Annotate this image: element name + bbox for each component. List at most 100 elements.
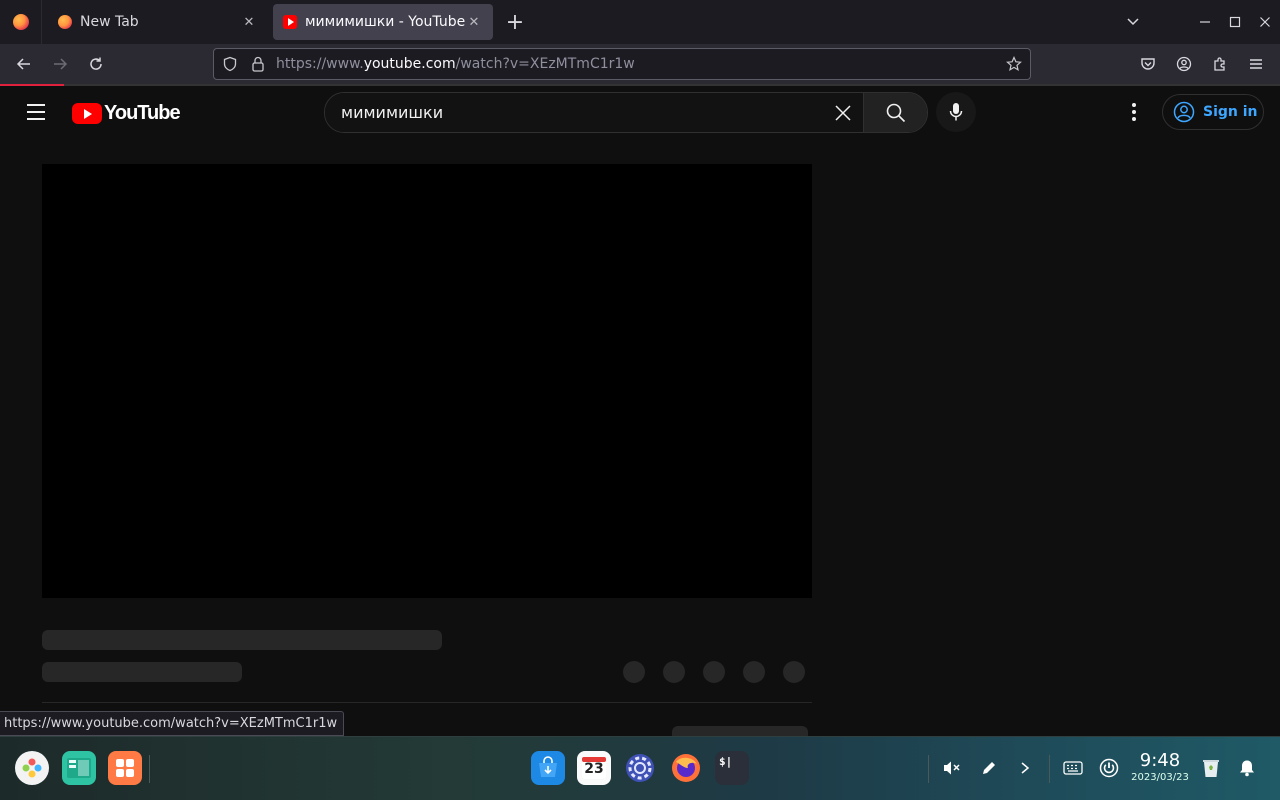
calendar-button[interactable]: 23 <box>577 751 611 785</box>
close-icon[interactable]: ✕ <box>240 13 258 31</box>
search-icon <box>886 103 905 122</box>
voice-search-button[interactable] <box>936 92 976 132</box>
clock-time: 9:48 <box>1139 750 1181 771</box>
screen-capture-button[interactable] <box>974 753 1004 783</box>
search-box <box>324 92 928 133</box>
chevron-right-icon <box>1021 762 1030 774</box>
volume-muted-icon <box>944 761 960 775</box>
description-placeholder <box>672 726 808 736</box>
video-player[interactable] <box>42 164 812 598</box>
youtube-logo-text: YouTube <box>104 101 181 124</box>
new-tab-button[interactable]: + <box>502 8 528 36</box>
youtube-page: YouTube Sign in <box>0 86 1280 788</box>
tab-youtube[interactable]: мимимишки - YouTube ✕ <box>273 4 493 40</box>
star-icon <box>1006 56 1022 72</box>
url-host: youtube.com <box>363 56 456 72</box>
app-store-button[interactable] <box>531 751 565 785</box>
taskbar-separator <box>149 755 150 783</box>
youtube-icon <box>283 15 297 29</box>
search-button[interactable] <box>863 93 927 132</box>
bookmark-star-button[interactable] <box>1000 50 1028 78</box>
firefox-icon <box>58 15 72 29</box>
tracking-protection-icon[interactable] <box>216 50 244 78</box>
action-placeholder <box>663 661 685 683</box>
settings-menu-button[interactable] <box>1120 98 1148 126</box>
extensions-button[interactable] <box>1206 50 1234 78</box>
app-menu-button[interactable] <box>1242 50 1270 78</box>
workspace-icon <box>116 759 134 777</box>
account-button[interactable] <box>1170 50 1198 78</box>
firefox-icon <box>672 754 700 782</box>
pen-icon <box>983 762 995 774</box>
divider <box>42 702 812 703</box>
youtube-logo[interactable]: YouTube <box>72 101 181 124</box>
sign-in-label: Sign in <box>1203 104 1258 120</box>
url-text[interactable]: https://www.youtube.com/watch?v=XEzMTmC1… <box>272 56 1000 72</box>
tray-expand-button[interactable] <box>1010 753 1040 783</box>
minimize-button[interactable] <box>1191 8 1219 36</box>
back-button[interactable] <box>10 50 38 78</box>
reload-button[interactable] <box>82 50 110 78</box>
minimize-icon <box>1200 21 1210 23</box>
close-icon <box>1260 17 1270 27</box>
shield-icon <box>223 56 237 72</box>
clear-search-button[interactable] <box>823 93 863 132</box>
search-input[interactable] <box>341 103 823 122</box>
firefox-view-button[interactable] <box>0 0 42 44</box>
pocket-button[interactable] <box>1134 50 1162 78</box>
title-placeholder <box>42 630 442 650</box>
search-field <box>325 93 863 132</box>
tab-title: мимимишки - YouTube <box>305 14 465 30</box>
hamburger-menu-icon <box>1250 59 1262 69</box>
address-bar[interactable]: https://www.youtube.com/watch?v=XEzMTmC1… <box>213 48 1031 80</box>
tab-new-tab[interactable]: New Tab ✕ <box>48 4 268 40</box>
url-prefix: https://www. <box>276 56 364 72</box>
power-icon <box>1099 758 1119 778</box>
taskbar: 23 $| 9:48 2023/03/23 <box>0 736 1280 800</box>
chevron-down-icon <box>1127 18 1139 26</box>
tab-strip: New Tab ✕ мимимишки - YouTube ✕ + <box>0 0 1280 44</box>
lock-icon <box>252 56 264 72</box>
arrow-left-icon <box>16 58 30 70</box>
close-icon <box>835 104 851 121</box>
trash-button[interactable] <box>1196 753 1226 783</box>
link-status-url: https://www.youtube.com/watch?v=XEzMTmC1… <box>0 711 345 736</box>
launcher-button[interactable] <box>15 751 49 785</box>
url-path: /watch?v=XEzMTmC1r1w <box>455 56 635 72</box>
notification-center-button[interactable] <box>1232 753 1262 783</box>
power-button[interactable] <box>1094 753 1124 783</box>
arrow-right-icon <box>54 58 68 70</box>
puzzle-icon <box>1214 57 1225 71</box>
onboard-keyboard-button[interactable] <box>1058 753 1088 783</box>
guide-menu-button[interactable] <box>22 98 50 126</box>
pocket-icon <box>1141 58 1155 70</box>
channel-placeholder <box>42 662 242 682</box>
firefox-taskbar-button[interactable] <box>669 751 703 785</box>
workspace-button[interactable] <box>108 751 142 785</box>
action-placeholder <box>703 661 725 683</box>
app-store-icon <box>539 756 557 777</box>
volume-button[interactable] <box>937 753 967 783</box>
taskbar-separator <box>928 755 929 783</box>
launcher-icon <box>22 758 42 778</box>
close-icon[interactable]: ✕ <box>465 13 483 31</box>
control-center-button[interactable] <box>623 751 657 785</box>
list-all-tabs-button[interactable] <box>1119 8 1147 36</box>
action-placeholder <box>623 661 645 683</box>
bell-icon <box>1240 760 1254 777</box>
close-window-button[interactable] <box>1251 8 1279 36</box>
site-info-button[interactable] <box>244 50 272 78</box>
clock[interactable]: 9:48 2023/03/23 <box>1130 751 1190 785</box>
multitasking-icon <box>67 758 91 778</box>
tab-title: New Tab <box>80 14 139 30</box>
settings-gear-icon <box>626 754 654 782</box>
clock-date: 2023/03/23 <box>1131 772 1189 783</box>
forward-button[interactable] <box>46 50 74 78</box>
reload-icon <box>90 57 102 70</box>
terminal-button[interactable]: $| <box>715 751 749 785</box>
sign-in-button[interactable]: Sign in <box>1162 94 1264 130</box>
maximize-button[interactable] <box>1221 8 1249 36</box>
multitasking-view-button[interactable] <box>62 751 96 785</box>
microphone-icon <box>949 103 963 121</box>
account-icon <box>1176 56 1192 72</box>
